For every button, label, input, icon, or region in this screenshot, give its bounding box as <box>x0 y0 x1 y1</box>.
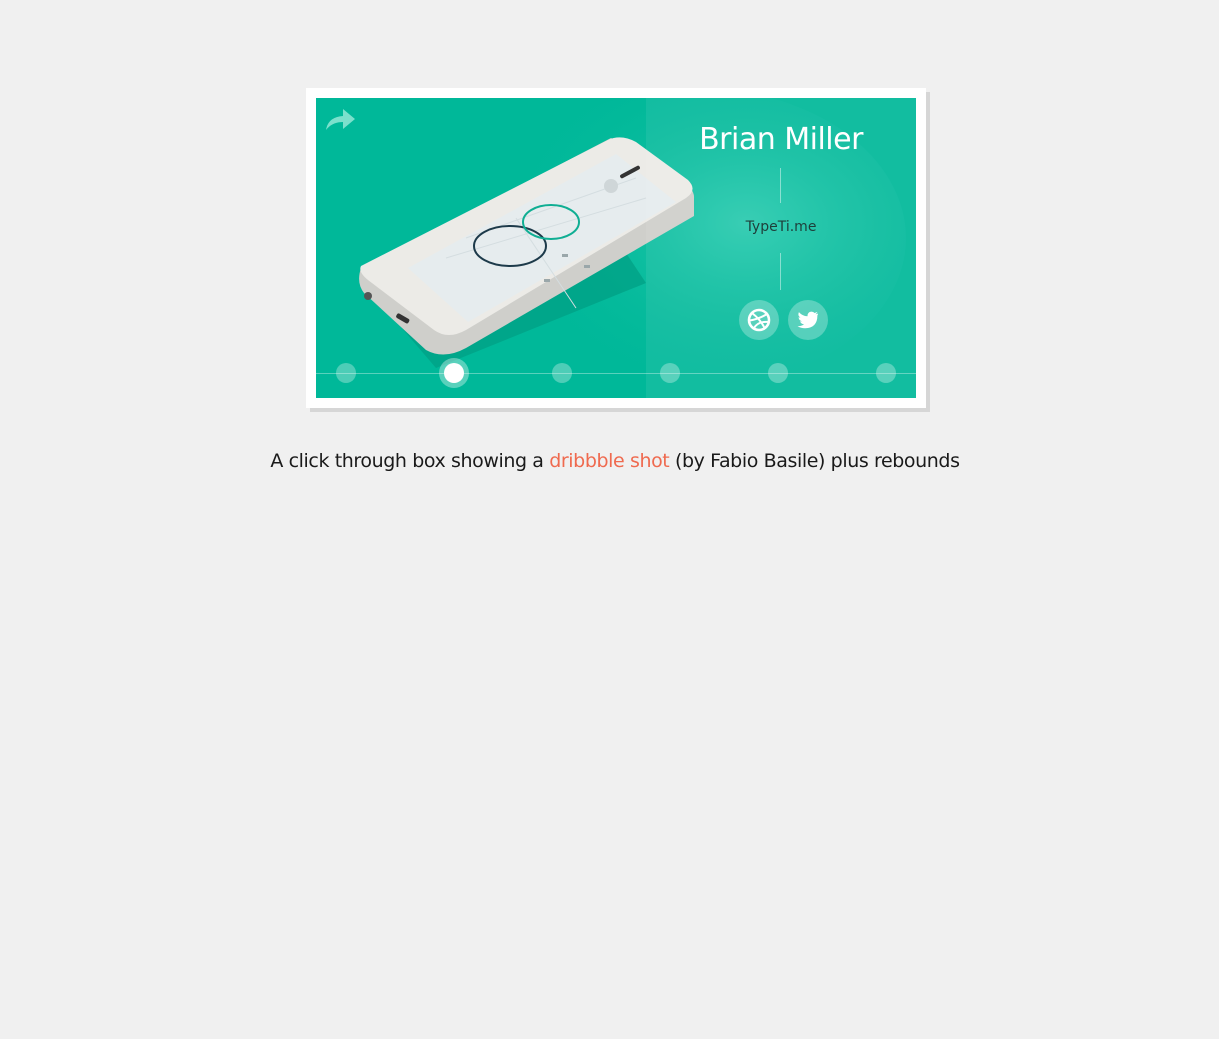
timeline-track <box>316 373 916 374</box>
shot-viewer[interactable]: Brian Miller TypeTi.me <box>316 98 916 398</box>
caption-suffix: (by Fabio Basile) plus rebounds <box>669 450 960 472</box>
player-name[interactable]: Brian Miller <box>646 122 916 157</box>
share-arrow-icon[interactable] <box>324 104 358 134</box>
timeline-dot[interactable] <box>876 363 896 383</box>
timeline-dot[interactable] <box>660 363 680 383</box>
dribbble-button[interactable] <box>739 300 779 340</box>
caption: A click through box showing a dribbble s… <box>0 450 1219 472</box>
dribbble-shot-link[interactable]: dribbble shot <box>549 450 670 472</box>
divider-top <box>780 168 781 203</box>
caption-prefix: A click through box showing a <box>270 450 550 472</box>
timeline-dot[interactable] <box>336 363 356 383</box>
twitter-icon <box>797 311 818 329</box>
divider-bottom <box>780 253 781 290</box>
twitter-button[interactable] <box>788 300 828 340</box>
info-panel: Brian Miller TypeTi.me <box>646 98 916 398</box>
timeline-dot-active[interactable] <box>439 358 469 388</box>
shot-title[interactable]: TypeTi.me <box>646 219 916 235</box>
timeline-dot[interactable] <box>768 363 788 383</box>
timeline-dot[interactable] <box>552 363 572 383</box>
shot-card: Brian Miller TypeTi.me <box>306 88 926 408</box>
dribbble-icon <box>747 308 771 332</box>
